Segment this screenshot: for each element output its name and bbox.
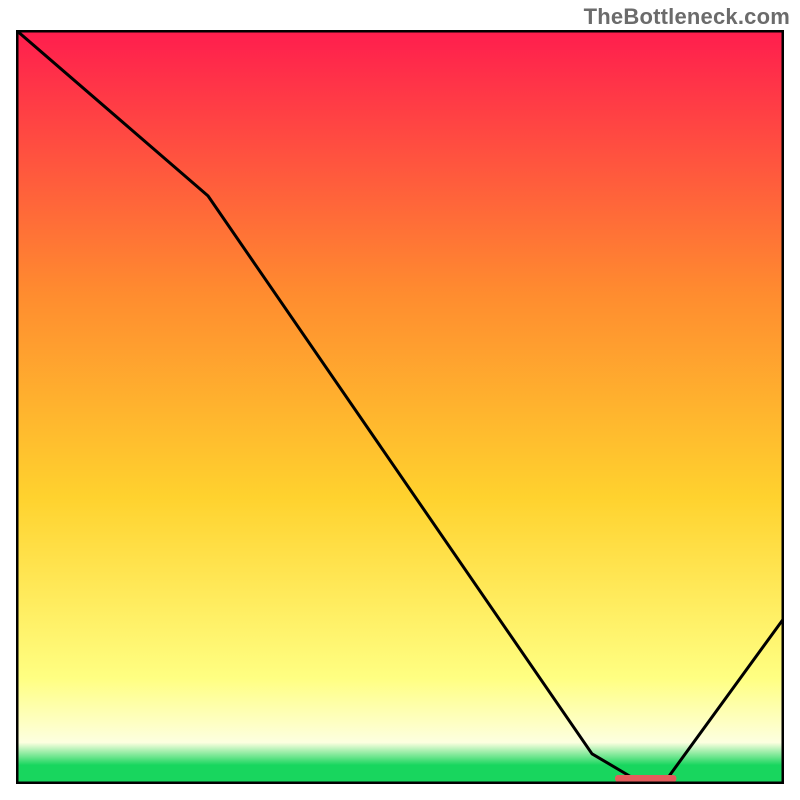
gradient-background [16, 30, 784, 784]
attribution-text: TheBottleneck.com [584, 4, 790, 30]
chart-container: TheBottleneck.com [0, 0, 800, 800]
plot-area [16, 30, 784, 784]
optimal-range-marker [615, 775, 676, 782]
chart-svg [16, 30, 784, 784]
